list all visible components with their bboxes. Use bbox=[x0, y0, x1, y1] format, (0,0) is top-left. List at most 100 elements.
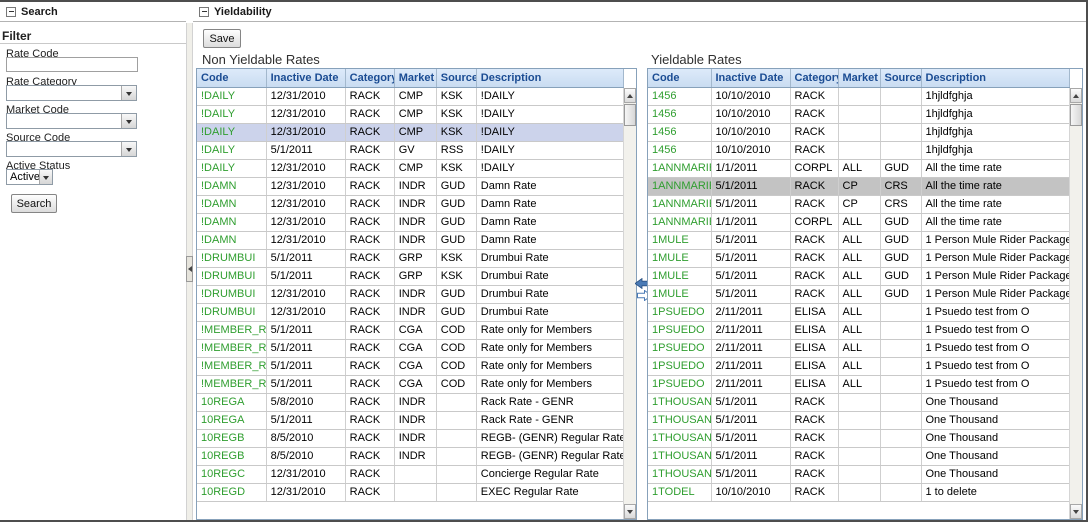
source-code-select[interactable] bbox=[6, 141, 137, 157]
table-row[interactable]: !DAMN12/31/2010RACKINDRGUDDamn Rate bbox=[197, 195, 624, 213]
chevron-down-icon[interactable] bbox=[39, 170, 52, 184]
table-row[interactable]: 1PSUEDO2/11/2011ELISAALL1 Psuedo test fr… bbox=[648, 321, 1069, 339]
table-row[interactable]: 1PSUEDO2/11/2011ELISAALL1 Psuedo test fr… bbox=[648, 357, 1069, 375]
triangle-down-icon bbox=[627, 510, 633, 517]
cell: REGB- (GENR) Regular Rate bbox=[476, 429, 623, 447]
table-row[interactable]: 1THOUSAND5/1/2011RACKOne Thousand bbox=[648, 411, 1069, 429]
table-row[interactable]: 10REGB8/5/2010RACKINDRREGB- (GENR) Regul… bbox=[197, 429, 624, 447]
cell bbox=[436, 483, 476, 501]
table-row[interactable]: !DAILY5/1/2011RACKGVRSS!DAILY bbox=[197, 141, 624, 159]
rate-code-cell: !DRUMBUI bbox=[197, 249, 266, 267]
column-header-market[interactable]: Market bbox=[838, 69, 880, 87]
search-button[interactable]: Search bbox=[11, 194, 57, 213]
table-row[interactable]: !MEMBER_RA...5/1/2011RACKCGACODRate only… bbox=[197, 375, 624, 393]
table-row[interactable]: 1THOUSAND5/1/2011RACKOne Thousand bbox=[648, 429, 1069, 447]
table-row[interactable]: !DAMN12/31/2010RACKINDRGUDDamn Rate bbox=[197, 213, 624, 231]
cell: 12/31/2010 bbox=[266, 231, 345, 249]
chevron-down-icon[interactable] bbox=[121, 114, 136, 128]
table-row[interactable]: 145610/10/2010RACK1hjldfghja bbox=[648, 105, 1069, 123]
table-row[interactable]: 1TODEL10/10/2010RACK1 to delete bbox=[648, 483, 1069, 501]
table-row[interactable]: !DRUMBUI5/1/2011RACKGRPKSKDrumbui Rate bbox=[197, 267, 624, 285]
table-row[interactable]: 1ANNMARIE5/1/2011RACKCPCRSAll the time r… bbox=[648, 177, 1069, 195]
cell bbox=[436, 411, 476, 429]
cell: RACK bbox=[345, 321, 394, 339]
rate-code-cell: !DRUMBUI bbox=[197, 285, 266, 303]
vertical-scrollbar[interactable] bbox=[1069, 88, 1082, 519]
table-row[interactable]: !DAILY12/31/2010RACKCMPKSK!DAILY bbox=[197, 87, 624, 105]
table-row[interactable]: 10REGC12/31/2010RACKConcierge Regular Ra… bbox=[197, 465, 624, 483]
chevron-left-icon bbox=[185, 266, 192, 272]
cell: 2/11/2011 bbox=[711, 357, 790, 375]
rate-code-cell: !DRUMBUI bbox=[197, 303, 266, 321]
table-row[interactable]: !MEMBER_RA...5/1/2011RACKCGACODRate only… bbox=[197, 357, 624, 375]
column-header-category[interactable]: Category bbox=[790, 69, 838, 87]
active-status-select[interactable]: Active bbox=[6, 169, 53, 185]
scrollbar-thumb[interactable] bbox=[1070, 104, 1082, 126]
table-row[interactable]: !DRUMBUI12/31/2010RACKINDRGUDDrumbui Rat… bbox=[197, 303, 624, 321]
table-row[interactable]: !DAMN12/31/2010RACKINDRGUDDamn Rate bbox=[197, 177, 624, 195]
table-row[interactable]: 1THOUSAND5/1/2011RACKOne Thousand bbox=[648, 393, 1069, 411]
table-row[interactable]: 145610/10/2010RACK1hjldfghja bbox=[648, 87, 1069, 105]
table-row[interactable]: 1MULE5/1/2011RACKALLGUD1 Person Mule Rid… bbox=[648, 285, 1069, 303]
table-row[interactable]: 10REGD12/31/2010RACKEXEC Regular Rate bbox=[197, 483, 624, 501]
rate-code-cell: !DAILY bbox=[197, 141, 266, 159]
cell: 12/31/2010 bbox=[266, 105, 345, 123]
save-button[interactable]: Save bbox=[203, 29, 241, 48]
collapse-icon[interactable] bbox=[6, 7, 16, 17]
rate-code-cell: 1MULE bbox=[648, 231, 711, 249]
table-row[interactable]: !DRUMBUI12/31/2010RACKINDRGUDDrumbui Rat… bbox=[197, 285, 624, 303]
table-row[interactable]: 1MULE5/1/2011RACKALLGUD1 Person Mule Rid… bbox=[648, 267, 1069, 285]
chevron-down-icon[interactable] bbox=[121, 142, 136, 156]
table-row[interactable]: !DAILY12/31/2010RACKCMPKSK!DAILY bbox=[197, 105, 624, 123]
column-header-market[interactable]: Market bbox=[394, 69, 436, 87]
column-header-inactive-date[interactable]: Inactive Date bbox=[266, 69, 345, 87]
cell: !DAILY bbox=[476, 105, 623, 123]
table-row[interactable]: 1ANNMARIE5/1/2011RACKCPCRSAll the time r… bbox=[648, 195, 1069, 213]
table-row[interactable]: 1MULE5/1/2011RACKALLGUD1 Person Mule Rid… bbox=[648, 231, 1069, 249]
cell: 12/31/2010 bbox=[266, 465, 345, 483]
scrollbar-thumb[interactable] bbox=[624, 104, 636, 126]
table-row[interactable]: 1PSUEDO2/11/2011ELISAALL1 Psuedo test fr… bbox=[648, 303, 1069, 321]
chevron-down-icon[interactable] bbox=[121, 86, 136, 100]
market-code-select[interactable] bbox=[6, 113, 137, 129]
scroll-up-button[interactable] bbox=[1070, 88, 1082, 103]
table-row[interactable]: 1PSUEDO2/11/2011ELISAALL1 Psuedo test fr… bbox=[648, 375, 1069, 393]
table-row[interactable]: 1THOUSAND5/1/2011RACKOne Thousand bbox=[648, 465, 1069, 483]
table-row[interactable]: !DAILY12/31/2010RACKCMPKSK!DAILY bbox=[197, 123, 624, 141]
table-row[interactable]: !MEMBER_RA...5/1/2011RACKCGACODRate only… bbox=[197, 339, 624, 357]
column-header-code[interactable]: Code bbox=[648, 69, 711, 87]
triangle-up-icon bbox=[627, 91, 633, 98]
table-row[interactable]: 145610/10/2010RACK1hjldfghja bbox=[648, 141, 1069, 159]
rate-code-cell: 1456 bbox=[648, 105, 711, 123]
table-row[interactable]: 10REGA5/8/2010RACKINDRRack Rate - GENR bbox=[197, 393, 624, 411]
table-row[interactable]: 1ANNMARIE1/1/2011CORPLALLGUDAll the time… bbox=[648, 213, 1069, 231]
table-row[interactable]: 145610/10/2010RACK1hjldfghja bbox=[648, 123, 1069, 141]
column-header-category[interactable]: Category bbox=[345, 69, 394, 87]
scroll-down-button[interactable] bbox=[1070, 504, 1082, 519]
rate-code-input[interactable] bbox=[6, 57, 138, 72]
table-row[interactable]: !MEMBER_RA...5/1/2011RACKCGACODRate only… bbox=[197, 321, 624, 339]
table-row[interactable]: !DRUMBUI5/1/2011RACKGRPKSKDrumbui Rate bbox=[197, 249, 624, 267]
table-row[interactable]: 1THOUSAND5/1/2011RACKOne Thousand bbox=[648, 447, 1069, 465]
cell: ALL bbox=[838, 321, 880, 339]
collapse-sidebar-button[interactable] bbox=[186, 256, 193, 282]
cell: 1 to delete bbox=[921, 483, 1069, 501]
table-row[interactable]: !DAILY12/31/2010RACKCMPKSK!DAILY bbox=[197, 159, 624, 177]
table-row[interactable]: 10REGB8/5/2010RACKINDRREGB- (GENR) Regul… bbox=[197, 447, 624, 465]
table-row[interactable]: 10REGA5/1/2011RACKINDRRack Rate - GENR bbox=[197, 411, 624, 429]
cell: RACK bbox=[790, 393, 838, 411]
column-header-inactive-date[interactable]: Inactive Date bbox=[711, 69, 790, 87]
table-row[interactable]: !DAMN12/31/2010RACKINDRGUDDamn Rate bbox=[197, 231, 624, 249]
column-header-code[interactable]: Code bbox=[197, 69, 266, 87]
table-row[interactable]: 1ANNMARIE1/1/2011CORPLALLGUDAll the time… bbox=[648, 159, 1069, 177]
scroll-up-button[interactable] bbox=[624, 88, 636, 103]
column-header-source[interactable]: Source bbox=[436, 69, 476, 87]
rate-category-select[interactable] bbox=[6, 85, 137, 101]
scroll-down-button[interactable] bbox=[624, 504, 636, 519]
collapse-icon[interactable] bbox=[199, 7, 209, 17]
table-row[interactable]: 1MULE5/1/2011RACKALLGUD1 Person Mule Rid… bbox=[648, 249, 1069, 267]
column-header-description[interactable]: Description bbox=[476, 69, 623, 87]
table-row[interactable]: 1PSUEDO2/11/2011ELISAALL1 Psuedo test fr… bbox=[648, 339, 1069, 357]
column-header-description[interactable]: Description bbox=[921, 69, 1069, 87]
column-header-source[interactable]: Source bbox=[880, 69, 921, 87]
